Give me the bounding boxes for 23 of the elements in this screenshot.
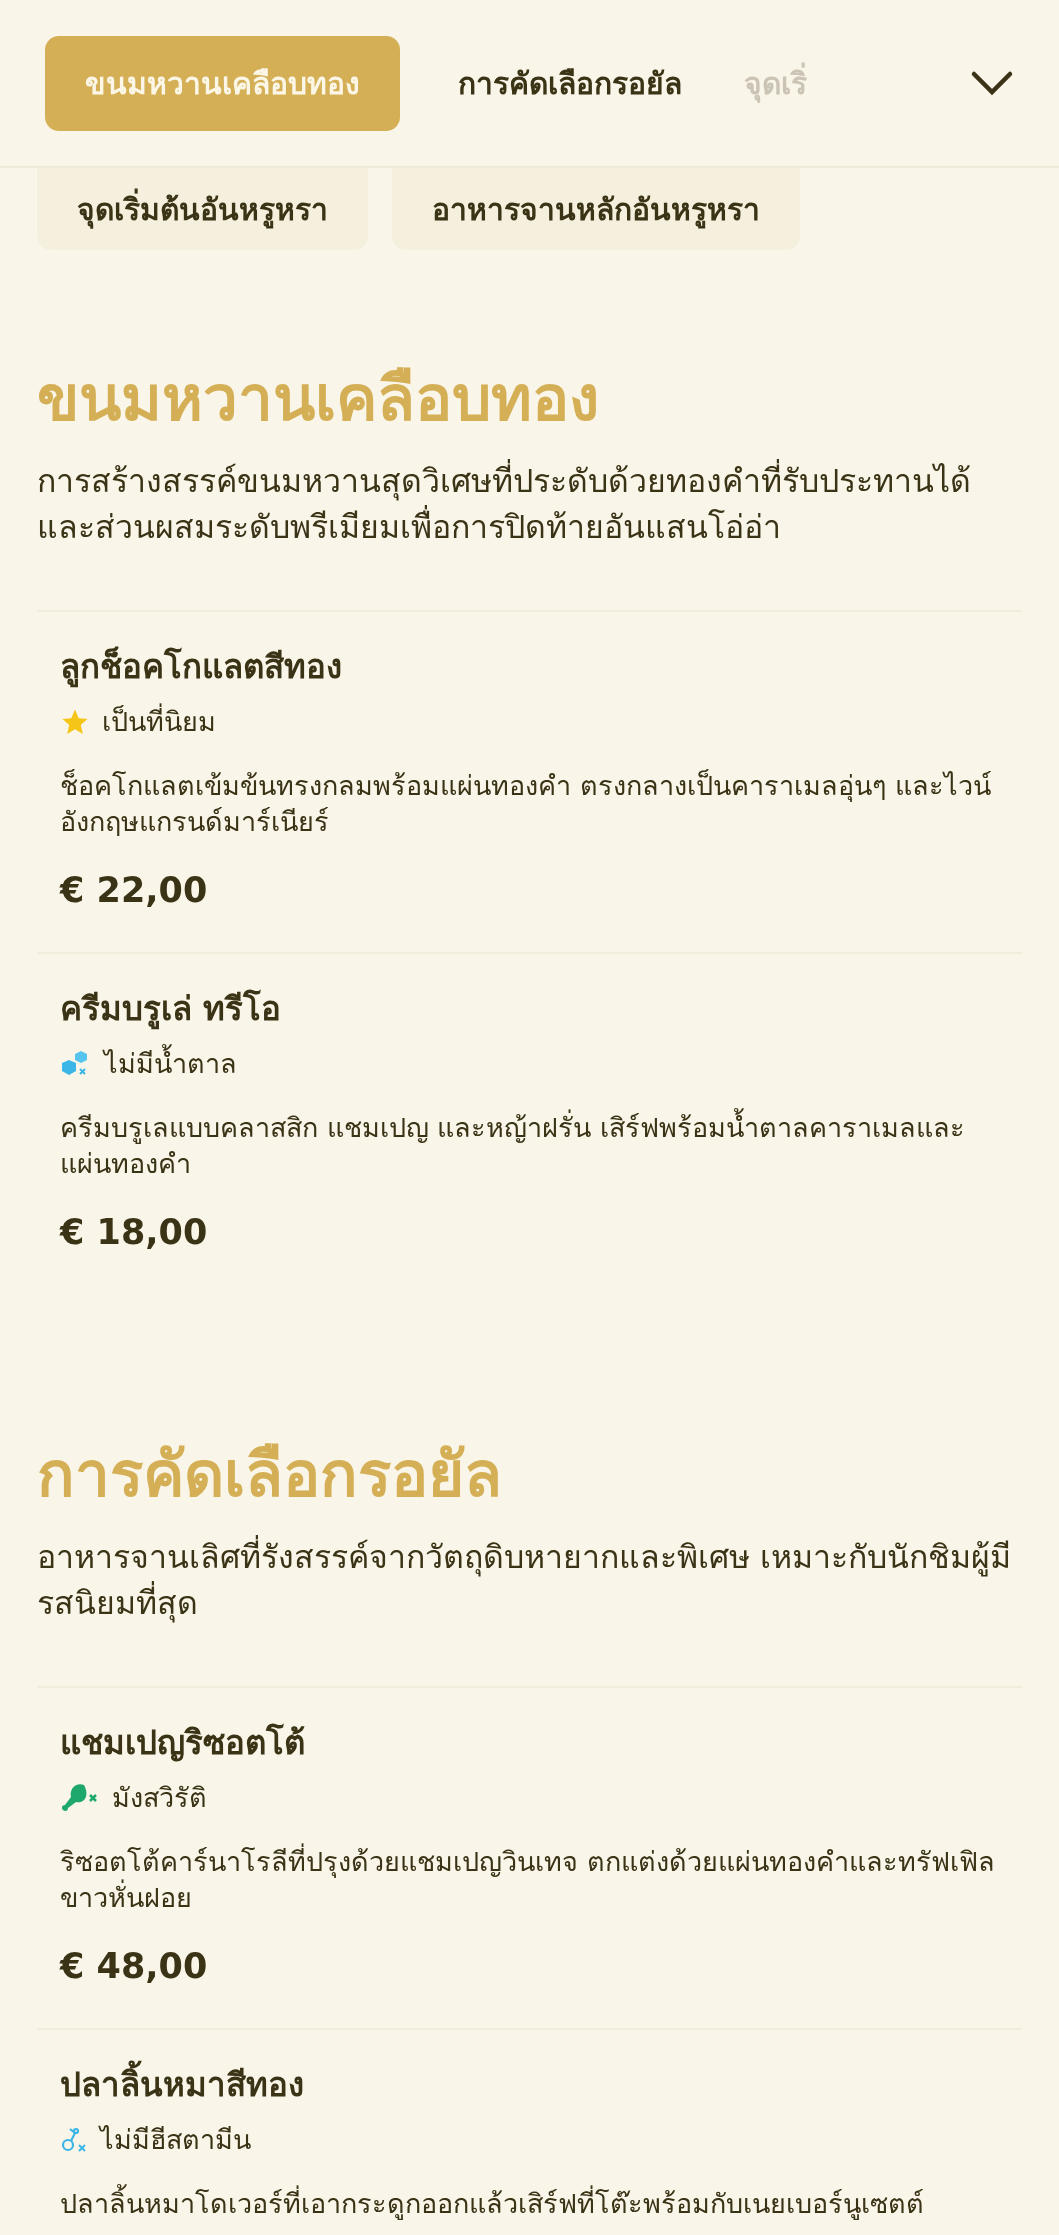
dish-tag: มังสวิรัติ — [112, 1778, 207, 1818]
section-title: ขนมหวานเคลือบทอง — [37, 361, 600, 437]
section-title: การคัดเลือกรอยัล — [37, 1437, 503, 1513]
dish-description: ริซอตโต้คาร์นาโรลีที่ปรุงด้วยแชมเปญวินเทจ ตกแต่งด้วยแผ่นทองคำและทรัฟเฟิลขาวหั่นฝอย — [60, 1844, 999, 1916]
dish-description: ครีมบรูเลแบบคลาสสิก แชมเปญ และหญ้าฝรั่น เสิร์ฟพร้อมน้ำตาลคาราเมลและแผ่นทองคำ — [60, 1110, 999, 1182]
section-description: อาหารจานเลิศที่รังสรรค์จากวัตถุดิบหายากและพิเศษ เหมาะกับนักชิมผู้มีรสนิยมที่สุด — [37, 1534, 1022, 1626]
section-description: การสร้างสรรค์ขนมหวานสุดวิเศษที่ประดับด้วยทองคำที่รับประทานได้และส่วนผสมระดับพรีเมียมเพื่อการปิดท้ายอันแสนโอ่อ่า — [37, 458, 1022, 550]
dish-name: แชมเปญริซอตโต้ — [60, 1722, 306, 1764]
dish-name: ลูกช็อคโกแลตสีทอง — [60, 645, 343, 690]
dish-tag: ไม่มีฮีสตามีน — [100, 2120, 251, 2160]
dish-price: € 48,00 — [60, 1945, 209, 1988]
subcategory-tab[interactable]: จุดเริ่มต้นอันหรูหรา — [37, 168, 368, 250]
dish-price: € 22,00 — [60, 869, 209, 912]
dish-price: € 18,00 — [60, 1211, 209, 1254]
category-tab[interactable]: การคัดเลือกรอยัล — [438, 35, 702, 131]
subcategory-tab[interactable]: อาหารจานหลักอันหรูหรา — [392, 168, 800, 250]
chevron-down-icon[interactable] — [970, 69, 1014, 97]
dish-tag: ไม่มีน้ำตาล — [104, 1044, 237, 1084]
dish-name: ครีมบรูเล่ ทรีโอ — [60, 988, 283, 1032]
dish-description: ช็อคโกแลตเข้มข้นทรงกลมพร้อมแผ่นทองคำ ตรงกลางเป็นคาราเมลอุ่นๆ และไวน์อังกฤษแกรนด์มาร์เนียร์ — [60, 768, 993, 839]
dish-tag: เป็นที่นิยม — [102, 702, 216, 742]
dish-description: ปลาลิ้นหมาโดเวอร์ที่เอากระดูกออกแล้วเสิร์ฟที่โต๊ะพร้อมกับเนยเบอร์นูเซตต์ — [60, 2186, 999, 2222]
dish-name: ปลาลิ้นหมาสีทอง — [60, 2060, 999, 2110]
